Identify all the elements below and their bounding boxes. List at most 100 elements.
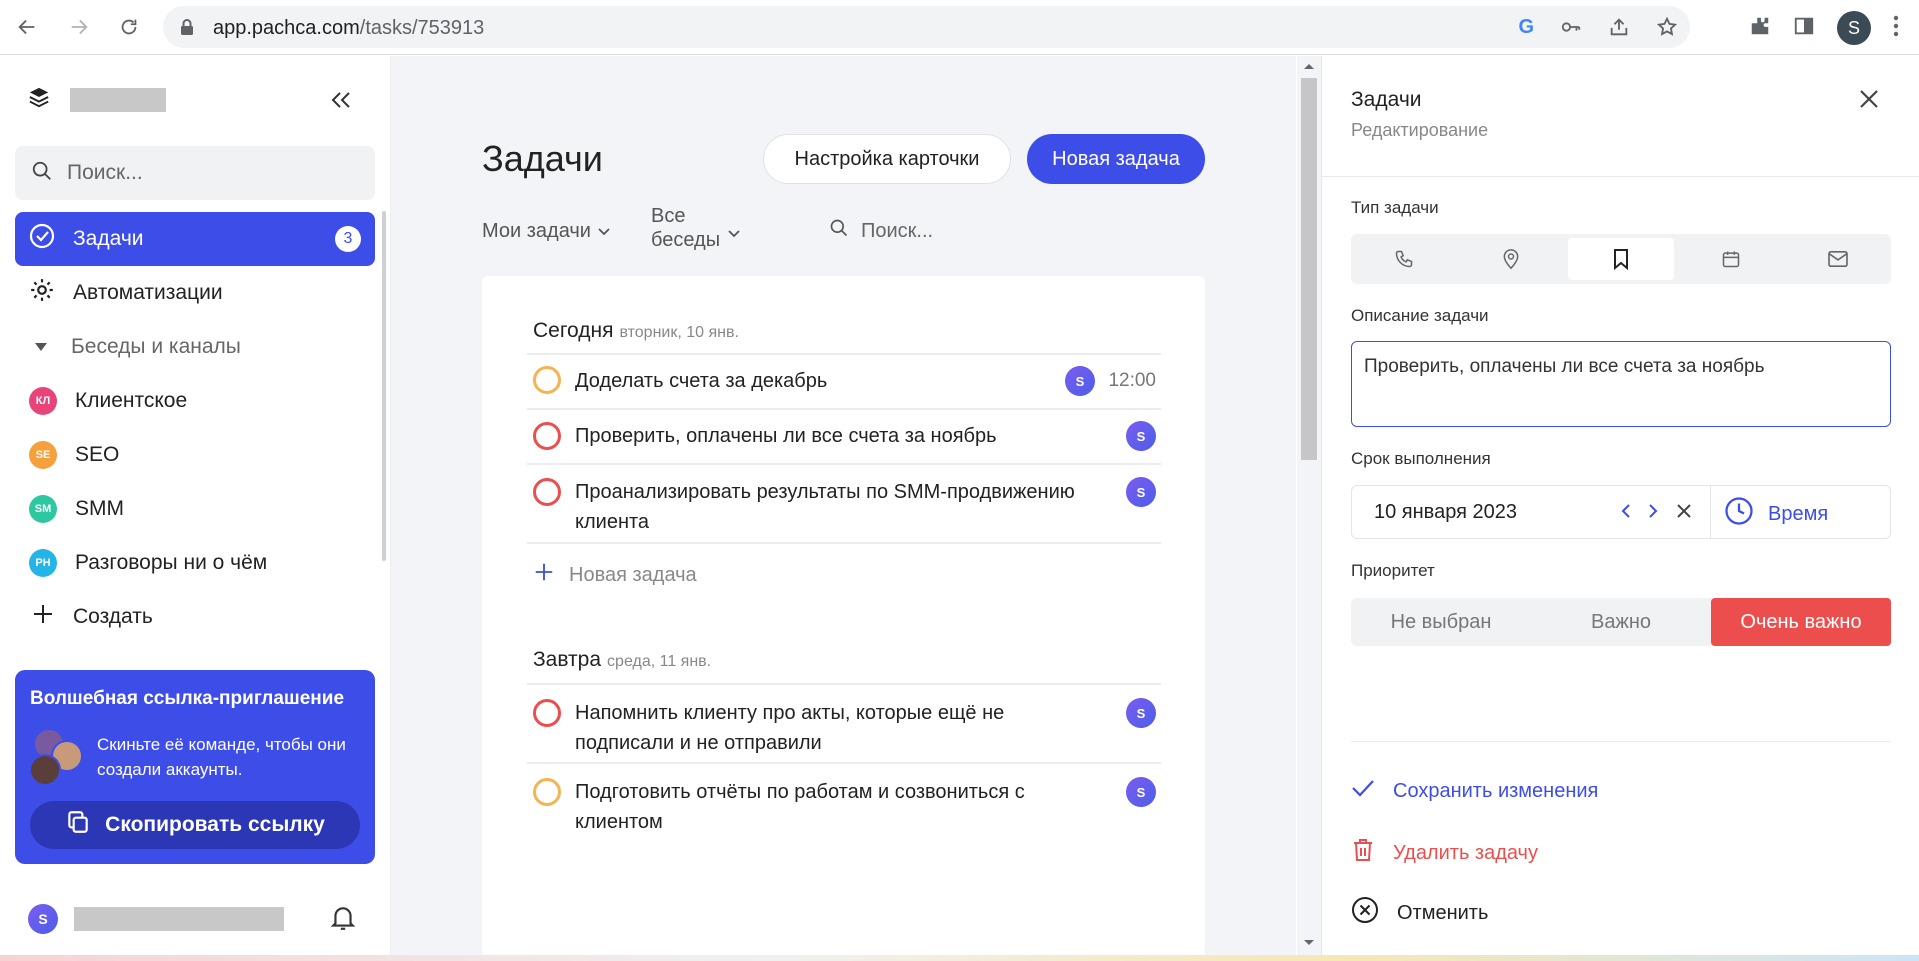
task-row[interactable]: Проверить, оплачены ли все счета за нояб… — [527, 409, 1161, 463]
card-settings-button[interactable]: Настройка карточки — [763, 134, 1011, 184]
invite-title: Волшебная ссылка-приглашение — [30, 688, 345, 709]
delete-task-button[interactable]: Удалить задачу — [1351, 837, 1538, 869]
cancel-label: Отменить — [1397, 901, 1489, 924]
chats-filter[interactable]: Все беседы — [651, 204, 720, 252]
check-icon — [1351, 778, 1375, 804]
avatar: S — [1126, 477, 1156, 507]
clock-icon — [1724, 496, 1754, 532]
task-status-circle[interactable] — [533, 366, 561, 394]
channel-avatar: SE — [29, 441, 57, 469]
divider — [527, 542, 1161, 544]
tasks-search[interactable]: Поиск... — [829, 218, 933, 244]
filter-label-line2: беседы — [651, 229, 721, 251]
sidebar-search-input[interactable] — [67, 161, 347, 185]
sidebar-search[interactable] — [15, 146, 375, 200]
plus-icon — [31, 602, 55, 632]
task-list-card: Сегодня вторник, 10 янв. Доделать счета з… — [482, 276, 1205, 961]
copy-link-button[interactable]: Скопировать ссылку — [30, 801, 360, 849]
sidebar-item-label: Задачи — [73, 227, 144, 250]
side-panel-icon[interactable] — [1793, 15, 1815, 42]
save-label: Сохранить изменения — [1393, 779, 1599, 802]
add-task-button[interactable]: Новая задача — [533, 561, 697, 589]
sidebar-channel[interactable]: КЛ Клиентское — [15, 374, 375, 428]
reload-icon[interactable] — [114, 12, 144, 42]
description-label: Описание задачи — [1351, 306, 1489, 325]
more-menu-icon[interactable] — [1893, 15, 1899, 42]
bell-icon[interactable] — [330, 904, 356, 937]
sidebar-item-automations[interactable]: Автоматизации — [15, 266, 375, 320]
task-description-field[interactable]: Проверить, оплачены ли все счета за нояб… — [1351, 341, 1891, 427]
team-avatars — [29, 728, 85, 788]
task-status-circle[interactable] — [533, 699, 561, 727]
sidebar-scrollbar[interactable] — [382, 211, 386, 561]
bookmark-icon[interactable] — [1567, 238, 1675, 280]
filter-label-line1: Все — [651, 205, 686, 227]
task-status-circle[interactable] — [533, 478, 561, 506]
task-text: Проверить, оплачены ли все счета за нояб… — [575, 425, 997, 447]
task-time: 12:00 — [1108, 370, 1156, 391]
clear-date-icon[interactable] — [1674, 499, 1694, 528]
task-text: Напомнить клиенту про акты, которые ещё … — [575, 702, 1005, 754]
sidebar-channel[interactable]: SE SEO — [15, 428, 375, 482]
chevron-right-icon[interactable] — [1646, 499, 1660, 528]
channel-label: SMM — [75, 497, 124, 520]
filter-label: Мои задачи — [482, 220, 591, 242]
share-icon[interactable] — [1608, 16, 1630, 43]
extensions-icon[interactable] — [1749, 15, 1771, 42]
sidebar-item-tasks[interactable]: Задачи 3 — [15, 212, 375, 266]
close-icon[interactable] — [1858, 88, 1880, 115]
collapse-sidebar-icon[interactable] — [330, 90, 352, 115]
current-user[interactable]: S — [28, 904, 284, 934]
url-text: app.pachca.com/tasks/753913 — [213, 17, 485, 39]
workspace-header[interactable] — [28, 86, 166, 113]
tasks-count-badge: 3 — [335, 226, 361, 252]
chevron-down-icon — [597, 220, 611, 243]
task-row[interactable]: Подготовить отчёты по работам и созвонит… — [527, 763, 1161, 841]
divider — [1351, 741, 1891, 742]
deadline-date[interactable]: 10 января 2023 — [1374, 501, 1517, 524]
check-circle-icon — [29, 223, 55, 255]
sidebar-channel[interactable]: РН Разговоры ни о чём — [15, 536, 375, 590]
copy-link-label: Скопировать ссылку — [105, 813, 325, 836]
priority-option-none[interactable]: Не выбран — [1351, 598, 1531, 646]
chevron-down-icon[interactable] — [727, 226, 741, 244]
google-icon[interactable]: G — [1518, 16, 1534, 43]
key-icon[interactable] — [1560, 16, 1582, 43]
star-icon[interactable] — [1656, 16, 1678, 43]
channels-section-toggle[interactable]: Беседы и каналы — [15, 320, 375, 374]
forward-icon[interactable] — [64, 12, 94, 42]
task-row[interactable]: Напомнить клиенту про акты, которые ещё … — [527, 684, 1161, 762]
gear-icon — [29, 277, 55, 309]
task-status-circle[interactable] — [533, 778, 561, 806]
priority-option-important[interactable]: Важно — [1531, 598, 1711, 646]
chevron-left-icon[interactable] — [1619, 499, 1633, 528]
scrollbar-thumb[interactable] — [1301, 78, 1317, 460]
mail-icon[interactable] — [1785, 234, 1891, 284]
task-row[interactable]: Проанализировать результаты по SMM-продв… — [527, 464, 1161, 542]
time-label: Время — [1768, 502, 1829, 525]
set-time-button[interactable]: Время — [1724, 496, 1828, 532]
deadline-picker: 10 января 2023 Время — [1351, 485, 1891, 539]
sidebar-channel[interactable]: SM SMM — [15, 482, 375, 536]
main-scrollbar[interactable] — [1297, 56, 1321, 961]
save-button[interactable]: Сохранить изменения — [1351, 778, 1598, 804]
task-status-circle[interactable] — [533, 422, 561, 450]
task-row[interactable]: Доделать счета за декабрь S 12:00 — [527, 354, 1161, 408]
channel-label: Разговоры ни о чём — [75, 551, 268, 574]
calendar-icon[interactable] — [1678, 234, 1784, 284]
cancel-button[interactable]: Отменить — [1351, 896, 1488, 930]
my-tasks-filter[interactable]: Мои задачи — [482, 220, 611, 243]
phone-icon[interactable] — [1351, 234, 1457, 284]
avatar: S — [1065, 366, 1095, 396]
task-type-label: Тип задачи — [1351, 198, 1439, 217]
priority-option-very-important[interactable]: Очень важно — [1711, 598, 1891, 646]
location-pin-icon[interactable] — [1457, 234, 1563, 284]
avatar: S — [1126, 421, 1156, 451]
channel-label: Клиентское — [75, 389, 188, 412]
back-icon[interactable] — [12, 12, 42, 42]
new-task-button[interactable]: Новая задача — [1027, 134, 1205, 184]
create-channel-button[interactable]: Создать — [15, 590, 375, 644]
address-bar[interactable]: app.pachca.com/tasks/753913 G — [163, 6, 1690, 48]
profile-avatar[interactable]: S — [1837, 11, 1871, 45]
workspace-name-redacted — [70, 87, 166, 112]
